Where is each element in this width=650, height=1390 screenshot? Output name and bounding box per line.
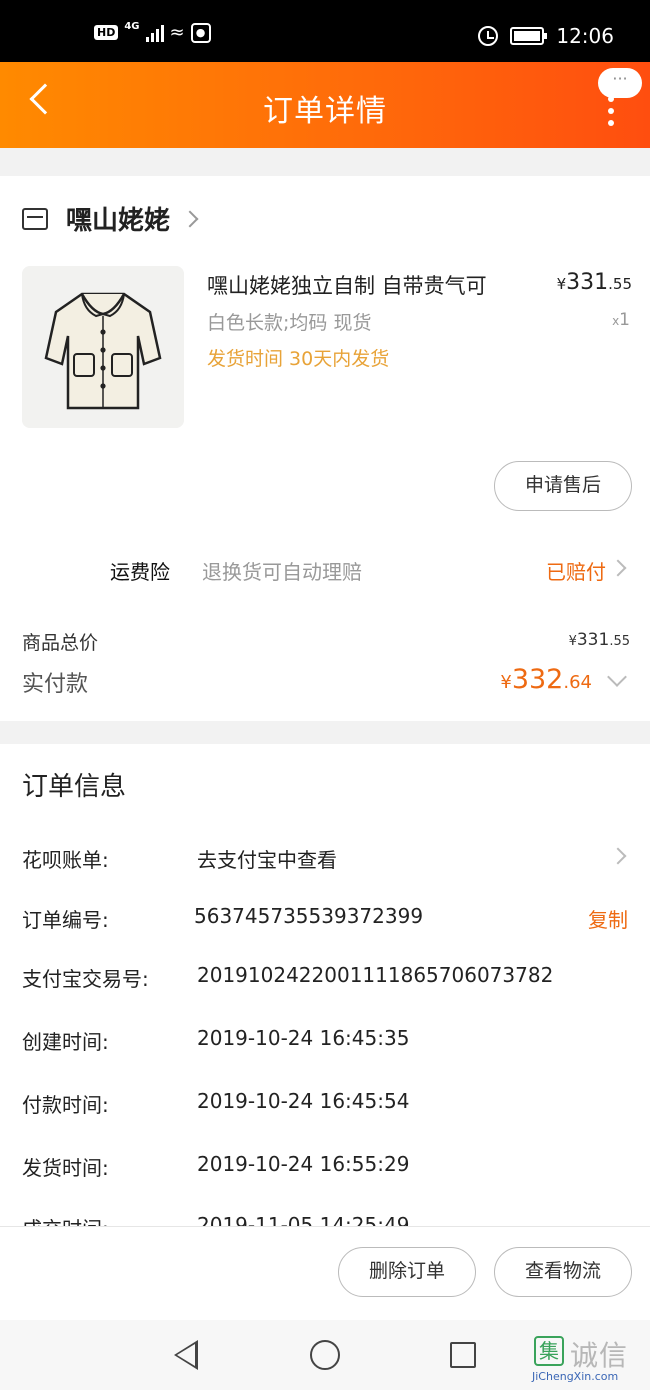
product-spec: 白色长款;均码 现货 xyxy=(207,312,372,334)
paid-time-row: 付款时间: 2019-10-24 16:45:54 xyxy=(22,1089,628,1119)
page-title: 订单详情 xyxy=(263,94,387,129)
network-type: 4G xyxy=(124,21,140,32)
delete-order-button[interactable]: 删除订单 xyxy=(338,1247,476,1297)
paid-label: 实付款 xyxy=(22,672,89,697)
alipay-trade-row: 支付宝交易号: 2019102422001111865706073782 xyxy=(22,963,628,993)
clock: 12:06 xyxy=(556,24,614,48)
deal-time-row: 成交时间: 2019-11-05 14:25:49 xyxy=(22,1213,628,1226)
view-logistics-button[interactable]: 查看物流 xyxy=(494,1247,632,1297)
huabei-bill-row[interactable]: 花呗账单: 去支付宝中查看 xyxy=(22,844,628,874)
bottom-action-bar: 删除订单 查看物流 xyxy=(0,1226,650,1320)
product-title[interactable]: 嘿山姥姥独立自制 自带贵气可 xyxy=(207,270,487,300)
info-value: 2019102422001111865706073782 xyxy=(197,963,554,987)
alarm-icon xyxy=(478,26,499,46)
shipped-time-row: 发货时间: 2019-10-24 16:55:29 xyxy=(22,1152,628,1182)
app-notification-icon: ● xyxy=(190,22,211,43)
order-info-title: 订单信息 xyxy=(22,772,127,802)
message-bubble-icon[interactable]: ··· xyxy=(598,68,642,98)
info-key: 订单编号: xyxy=(22,908,109,932)
ship-time: 发货时间 30天内发货 xyxy=(207,348,390,370)
goods-total-label: 商品总价 xyxy=(22,632,99,654)
wifi-icon: ≈ xyxy=(169,22,185,43)
info-value: 去支付宝中查看 xyxy=(197,848,337,872)
system-nav-bar: 集 诚信 JiChengXin.com xyxy=(0,1320,650,1390)
goods-total-value: ¥331.55 xyxy=(568,630,630,650)
nav-home-icon[interactable] xyxy=(310,1340,340,1370)
shipping-insurance-label: 运费险 xyxy=(110,560,170,584)
info-value: 2019-10-24 16:55:29 xyxy=(197,1152,410,1176)
info-key: 成交时间: xyxy=(22,1213,109,1226)
chevron-right-icon[interactable] xyxy=(609,559,627,577)
watermark-url: JiChengXin.com xyxy=(532,1370,619,1383)
battery-icon xyxy=(510,27,548,45)
info-value: 2019-11-05 14:25:49 xyxy=(197,1213,410,1226)
order-info-card: 订单信息 花呗账单: 去支付宝中查看 订单编号: 563745735539372… xyxy=(0,744,650,1226)
product-price: ¥331.55 xyxy=(556,270,632,295)
watermark-logo: 集 诚信 JiChengXin.com xyxy=(526,1332,646,1388)
shop-icon xyxy=(22,207,48,230)
info-value: 2019-10-24 16:45:35 xyxy=(197,1026,410,1050)
order-item-card: 嘿山姥姥 嘿山姥姥独立自制 自带贵气可 ¥331.55 白色长款;均码 现货 x… xyxy=(0,176,650,721)
info-key: 付款时间: xyxy=(22,1093,109,1117)
hd-badge: HD xyxy=(94,25,119,40)
nav-back-icon[interactable] xyxy=(174,1340,198,1370)
header-bar: 订单详情 ··· xyxy=(0,62,650,148)
chevron-down-icon[interactable] xyxy=(607,667,627,687)
info-key: 花呗账单: xyxy=(22,848,109,872)
shop-row[interactable]: 嘿山姥姥 xyxy=(22,200,199,237)
more-menu-icon[interactable] xyxy=(608,96,614,126)
status-bar: HD 4G ≈ ● 12:06 xyxy=(0,0,650,62)
chevron-right-icon xyxy=(609,847,627,865)
product-thumbnail[interactable] xyxy=(22,266,184,428)
created-time-row: 创建时间: 2019-10-24 16:45:35 xyxy=(22,1026,628,1056)
shop-name: 嘿山姥姥 xyxy=(66,206,171,236)
info-key: 创建时间: xyxy=(22,1030,109,1054)
insurance-status[interactable]: 已赔付 xyxy=(546,556,606,585)
paid-value: ¥332.64 xyxy=(500,664,592,695)
info-key: 支付宝交易号: xyxy=(22,967,149,991)
info-value: 563745735539372399 xyxy=(194,904,424,928)
shipping-insurance-desc: 退换货可自动理赔 xyxy=(202,560,362,584)
product-quantity: x1 xyxy=(612,310,630,330)
nav-recent-apps-icon[interactable] xyxy=(450,1342,476,1368)
watermark-text: 诚信 xyxy=(570,1339,629,1372)
watermark-mark: 集 xyxy=(534,1336,564,1366)
order-number-row: 订单编号: 563745735539372399 复制 xyxy=(22,904,628,934)
apply-after-sale-button[interactable]: 申请售后 xyxy=(494,461,632,511)
info-key: 发货时间: xyxy=(22,1156,109,1180)
signal-icon xyxy=(145,24,164,42)
chevron-right-icon xyxy=(181,210,199,227)
info-value: 2019-10-24 16:45:54 xyxy=(197,1089,410,1113)
copy-button[interactable]: 复制 xyxy=(588,904,628,933)
